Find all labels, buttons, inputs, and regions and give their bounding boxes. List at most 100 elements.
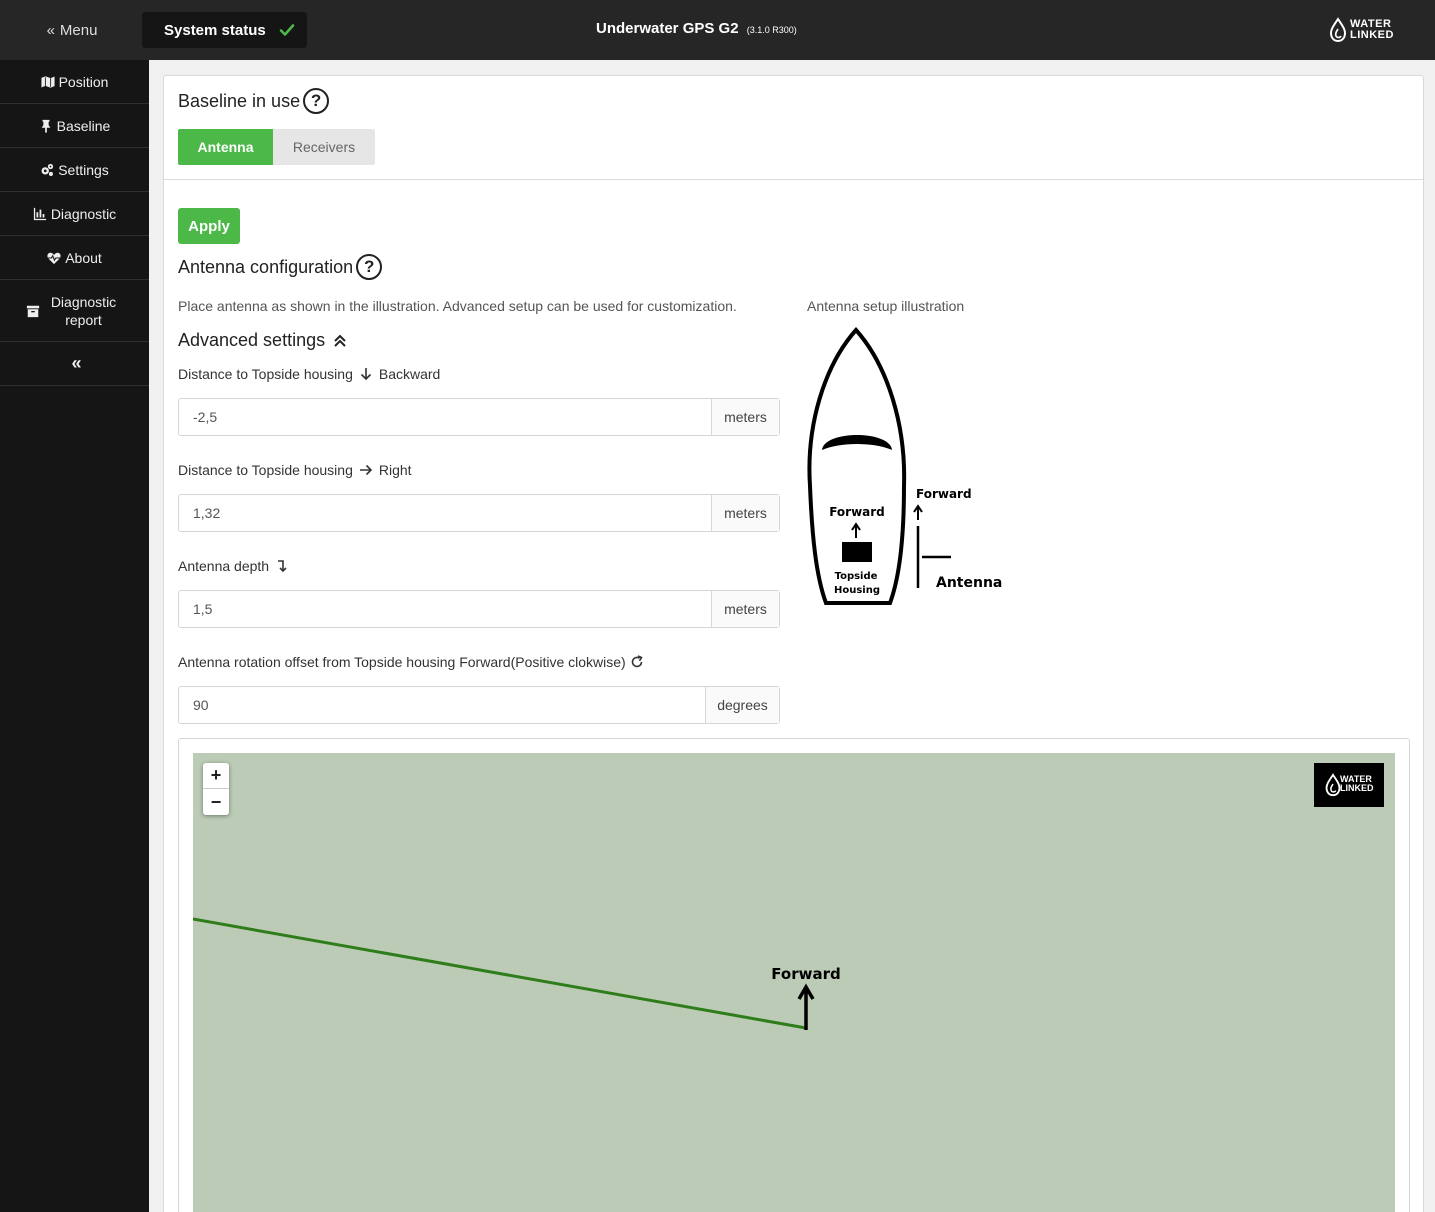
arrow-down-icon (360, 368, 371, 381)
sidebar: Position Baseline Settings Diagnostic Ab… (0, 60, 149, 1212)
zoom-in-button[interactable]: + (203, 763, 229, 789)
backward-distance-input[interactable] (179, 399, 711, 435)
unit-addon: degrees (705, 687, 779, 723)
boat-hull (807, 326, 907, 605)
map-logo: WATER LINKED (1314, 763, 1384, 807)
apply-button[interactable]: Apply (178, 208, 240, 244)
right-distance-group: meters (178, 494, 780, 532)
water-linked-logo: WATER LINKED (1328, 17, 1400, 43)
advanced-settings-toggle[interactable]: Advanced settings (178, 330, 347, 351)
baseline-header: Baseline in use ? Antenna Receivers (164, 76, 1423, 180)
antenna-setup-illustration: Forward Topside Housing Forward Antenna (807, 326, 1002, 605)
map-overlay: Forward (193, 917, 841, 1030)
double-chevron-left-icon: « (46, 21, 56, 39)
field-label-right: Distance to Topside housing Right (178, 462, 412, 478)
baseline-title-text: Baseline in use (178, 90, 301, 111)
map-panel: Forward + − WATER LINKED (178, 738, 1410, 1212)
sidebar-item-diagnostic-report[interactable]: Diagnostic report (0, 280, 149, 342)
map-icon (40, 74, 55, 89)
double-chevron-left-icon: « (71, 353, 81, 373)
main-content: Baseline in use ? Antenna Receivers Appl… (149, 60, 1435, 1212)
antenna-config-description: Place antenna as shown in the illustrati… (178, 298, 737, 314)
map-logo-text: WATER LINKED (1340, 775, 1374, 793)
map-view[interactable]: Forward + − WATER LINKED (193, 753, 1395, 1212)
sidebar-item-label: Position (58, 73, 109, 90)
illustration-caption: Antenna setup illustration (807, 298, 965, 314)
antenna-depth-group: meters (178, 590, 780, 628)
field-label-text: Distance to Topside housing (178, 462, 353, 478)
housing-label-1: Topside (835, 571, 878, 582)
sidebar-collapse-button[interactable]: « (0, 342, 149, 386)
antenna-config-title: Antenna configuration ? (178, 254, 383, 280)
sidebar-item-baseline[interactable]: Baseline (0, 104, 149, 148)
baseline-card: Baseline in use ? Antenna Receivers Appl… (163, 75, 1424, 1212)
unit-addon: meters (711, 495, 779, 531)
baseline-option-receivers[interactable]: Receivers (273, 129, 375, 165)
top-bar: « Menu System status Underwater GPS G2 (… (0, 0, 1435, 60)
logo-line-2: LINKED (1350, 29, 1394, 41)
field-label-text: Antenna rotation offset from Topside hou… (178, 654, 626, 670)
droplet-icon (1329, 17, 1347, 43)
menu-label: Menu (59, 21, 98, 39)
topside-housing-box (842, 542, 872, 562)
antenna-config-title-text: Antenna configuration (178, 256, 354, 277)
app-title-text: Underwater GPS G2 (596, 20, 739, 37)
field-label-text: Antenna depth (178, 558, 270, 574)
zoom-out-button[interactable]: − (203, 789, 229, 815)
sidebar-item-label: About (65, 249, 102, 266)
forward-arrow-icon (797, 983, 815, 1030)
level-down-icon (278, 560, 287, 573)
antenna-forward-label: Forward (916, 487, 972, 501)
system-status-label: System status (164, 21, 266, 39)
sidebar-item-label: Diagnostic (50, 205, 117, 222)
rotation-offset-input[interactable] (179, 687, 705, 723)
rotate-icon (631, 655, 643, 668)
sidebar-item-label: Settings (58, 161, 109, 178)
field-label-text: Distance to Topside housing (178, 366, 353, 382)
rotation-offset-group: degrees (178, 686, 780, 724)
arrow-up-icon (913, 504, 923, 520)
sidebar-item-label: Diagnostic report (50, 293, 117, 328)
sidebar-item-about[interactable]: About (0, 236, 149, 280)
help-icon[interactable]: ? (303, 88, 330, 114)
housing-label-2: Housing (834, 585, 880, 596)
logo-text: WATER LINKED (1350, 19, 1394, 41)
gears-icon (41, 163, 54, 176)
heartbeat-icon (47, 252, 61, 264)
app-version: (3.1.0 R300) (746, 25, 797, 35)
menu-toggle-button[interactable]: « Menu (0, 0, 144, 60)
archive-icon (26, 305, 39, 317)
sidebar-item-diagnostic[interactable]: Diagnostic (0, 192, 149, 236)
help-icon[interactable]: ? (356, 254, 383, 280)
baseline-track-line (193, 917, 807, 1030)
field-label-rotation: Antenna rotation offset from Topside hou… (178, 654, 650, 670)
baseline-option-antenna[interactable]: Antenna (178, 129, 273, 165)
field-direction: Backward (378, 366, 441, 382)
system-status-button[interactable]: System status (142, 12, 307, 48)
boat-forward-label: Forward (829, 505, 885, 519)
advanced-settings-title: Advanced settings (178, 330, 326, 350)
field-direction: Right (378, 462, 412, 478)
baseline-title: Baseline in use ? (178, 88, 330, 114)
zoom-control: + − (203, 763, 229, 815)
antenna-label: Antenna (936, 575, 1002, 591)
sidebar-item-label: Baseline (56, 117, 111, 134)
sidebar-item-position[interactable]: Position (0, 60, 149, 104)
baseline-selector: Antenna Receivers (178, 129, 375, 165)
map-forward-label: Forward (771, 965, 840, 983)
field-label-depth: Antenna depth (178, 558, 295, 574)
logo-line-2: LINKED (1340, 783, 1374, 793)
arrow-right-icon (359, 464, 372, 476)
check-icon (279, 24, 295, 36)
backward-distance-group: meters (178, 398, 780, 436)
chart-icon (33, 207, 46, 220)
app-title: Underwater GPS G2 (3.1.0 R300) (596, 20, 797, 37)
field-label-backward: Distance to Topside housing Backward (178, 366, 440, 382)
right-distance-input[interactable] (179, 495, 711, 531)
double-chevron-up-icon (334, 334, 346, 347)
unit-addon: meters (711, 399, 779, 435)
antenna-depth-input[interactable] (179, 591, 711, 627)
unit-addon: meters (711, 591, 779, 627)
pin-icon (41, 119, 51, 133)
sidebar-item-settings[interactable]: Settings (0, 148, 149, 192)
